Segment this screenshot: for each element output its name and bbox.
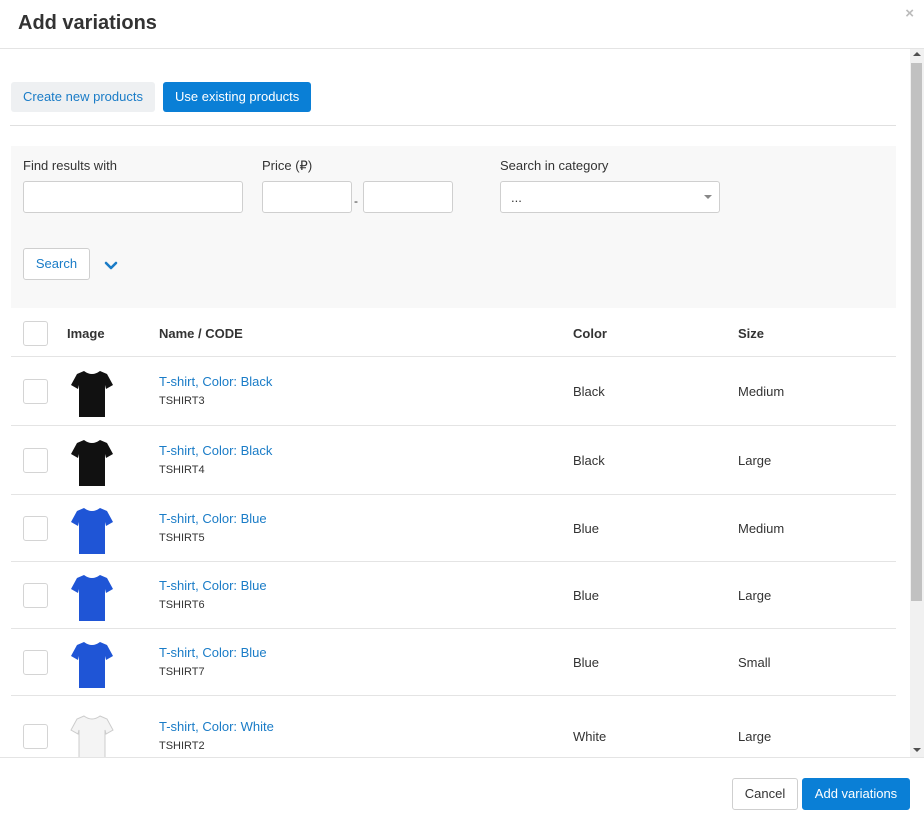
product-name-link[interactable]: T-shirt, Color: Blue: [159, 645, 267, 660]
cancel-button[interactable]: Cancel: [732, 778, 798, 810]
column-header-image: Image: [67, 326, 105, 341]
dialog-body: Create new products Use existing product…: [0, 49, 910, 757]
row-checkbox[interactable]: [23, 724, 48, 749]
product-name-link[interactable]: T-shirt, Color: White: [159, 719, 274, 734]
product-size: Large: [738, 587, 772, 603]
search-button[interactable]: Search: [23, 248, 90, 280]
scroll-up-arrow-icon[interactable]: [913, 52, 921, 56]
scrollbar-thumb[interactable]: [911, 63, 922, 601]
table-row: T-shirt, Color: Blue TSHIRT7 Blue Small: [11, 629, 896, 696]
product-color: Black: [573, 452, 605, 468]
product-name-link[interactable]: T-shirt, Color: Blue: [159, 578, 267, 593]
dialog-header: Add variations ×: [0, 0, 924, 49]
product-image: [71, 574, 113, 621]
price-separator: -: [354, 194, 358, 208]
table-row: T-shirt, Color: Blue TSHIRT6 Blue Large: [11, 562, 896, 629]
category-label: Search in category: [500, 158, 609, 173]
product-name-link[interactable]: T-shirt, Color: Black: [159, 443, 272, 458]
dialog-title: Add variations: [18, 12, 157, 34]
scroll-down-arrow-icon[interactable]: [913, 748, 921, 752]
product-size: Medium: [738, 383, 785, 399]
add-variations-button[interactable]: Add variations: [802, 778, 910, 810]
product-image: [71, 641, 113, 688]
product-image: [71, 439, 113, 486]
caret-down-icon: [704, 195, 712, 199]
row-checkbox[interactable]: [23, 378, 48, 404]
product-image: [71, 507, 113, 554]
product-code: TSHIRT2: [159, 740, 205, 752]
row-checkbox[interactable]: [23, 515, 48, 541]
tabs-divider: [10, 125, 896, 126]
column-header-size: Size: [738, 326, 765, 341]
product-name-link[interactable]: T-shirt, Color: Blue: [159, 511, 267, 526]
find-input[interactable]: [23, 181, 243, 213]
table-row: T-shirt, Color: Black TSHIRT3 Black Medium: [11, 357, 896, 426]
product-color: Blue: [573, 520, 600, 536]
product-image: [71, 370, 113, 417]
product-code: TSHIRT5: [159, 531, 205, 544]
price-label: Price (₽): [262, 158, 313, 173]
product-size: Small: [738, 654, 771, 670]
dialog-footer: Cancel Add variations: [0, 757, 924, 825]
category-select-value: ...: [511, 190, 522, 205]
row-checkbox[interactable]: [23, 447, 48, 473]
chevron-down-icon[interactable]: [103, 258, 119, 274]
table-row: T-shirt, Color: Blue TSHIRT5 Blue Medium: [11, 495, 896, 562]
product-name-link[interactable]: T-shirt, Color: Black: [159, 374, 272, 389]
find-label: Find results with: [23, 158, 117, 173]
tab-create-new-products[interactable]: Create new products: [11, 82, 155, 112]
category-select[interactable]: ...: [500, 181, 720, 213]
table-header: Image Name / CODE Color Size: [11, 308, 896, 357]
scrollbar[interactable]: [910, 49, 924, 757]
product-code: TSHIRT4: [159, 463, 205, 476]
product-image: [70, 715, 114, 757]
product-code: TSHIRT3: [159, 394, 205, 407]
product-size: Medium: [738, 520, 785, 536]
product-color: Blue: [573, 654, 600, 670]
row-checkbox[interactable]: [23, 582, 48, 608]
tab-use-existing-products[interactable]: Use existing products: [163, 82, 311, 112]
row-checkbox[interactable]: [23, 649, 48, 675]
column-header-name: Name / CODE: [159, 326, 243, 341]
product-code: TSHIRT7: [159, 665, 205, 678]
table-row: T-shirt, Color: White TSHIRT2 White Large: [11, 696, 896, 757]
price-to-input[interactable]: [363, 181, 453, 213]
product-size: Large: [738, 452, 772, 468]
table-row: T-shirt, Color: Black TSHIRT4 Black Large: [11, 426, 896, 495]
product-color: Blue: [573, 587, 600, 603]
product-color: White: [573, 729, 607, 744]
add-variations-dialog: Add variations × Create new products Use…: [0, 0, 924, 825]
search-panel: Find results with Price (₽) - Search in …: [11, 146, 896, 308]
select-all-checkbox[interactable]: [23, 321, 48, 346]
product-size: Large: [738, 729, 772, 744]
product-color: Black: [573, 383, 605, 399]
close-icon[interactable]: ×: [905, 5, 914, 22]
column-header-color: Color: [573, 326, 607, 341]
price-from-input[interactable]: [262, 181, 352, 213]
product-code: TSHIRT6: [159, 598, 205, 611]
